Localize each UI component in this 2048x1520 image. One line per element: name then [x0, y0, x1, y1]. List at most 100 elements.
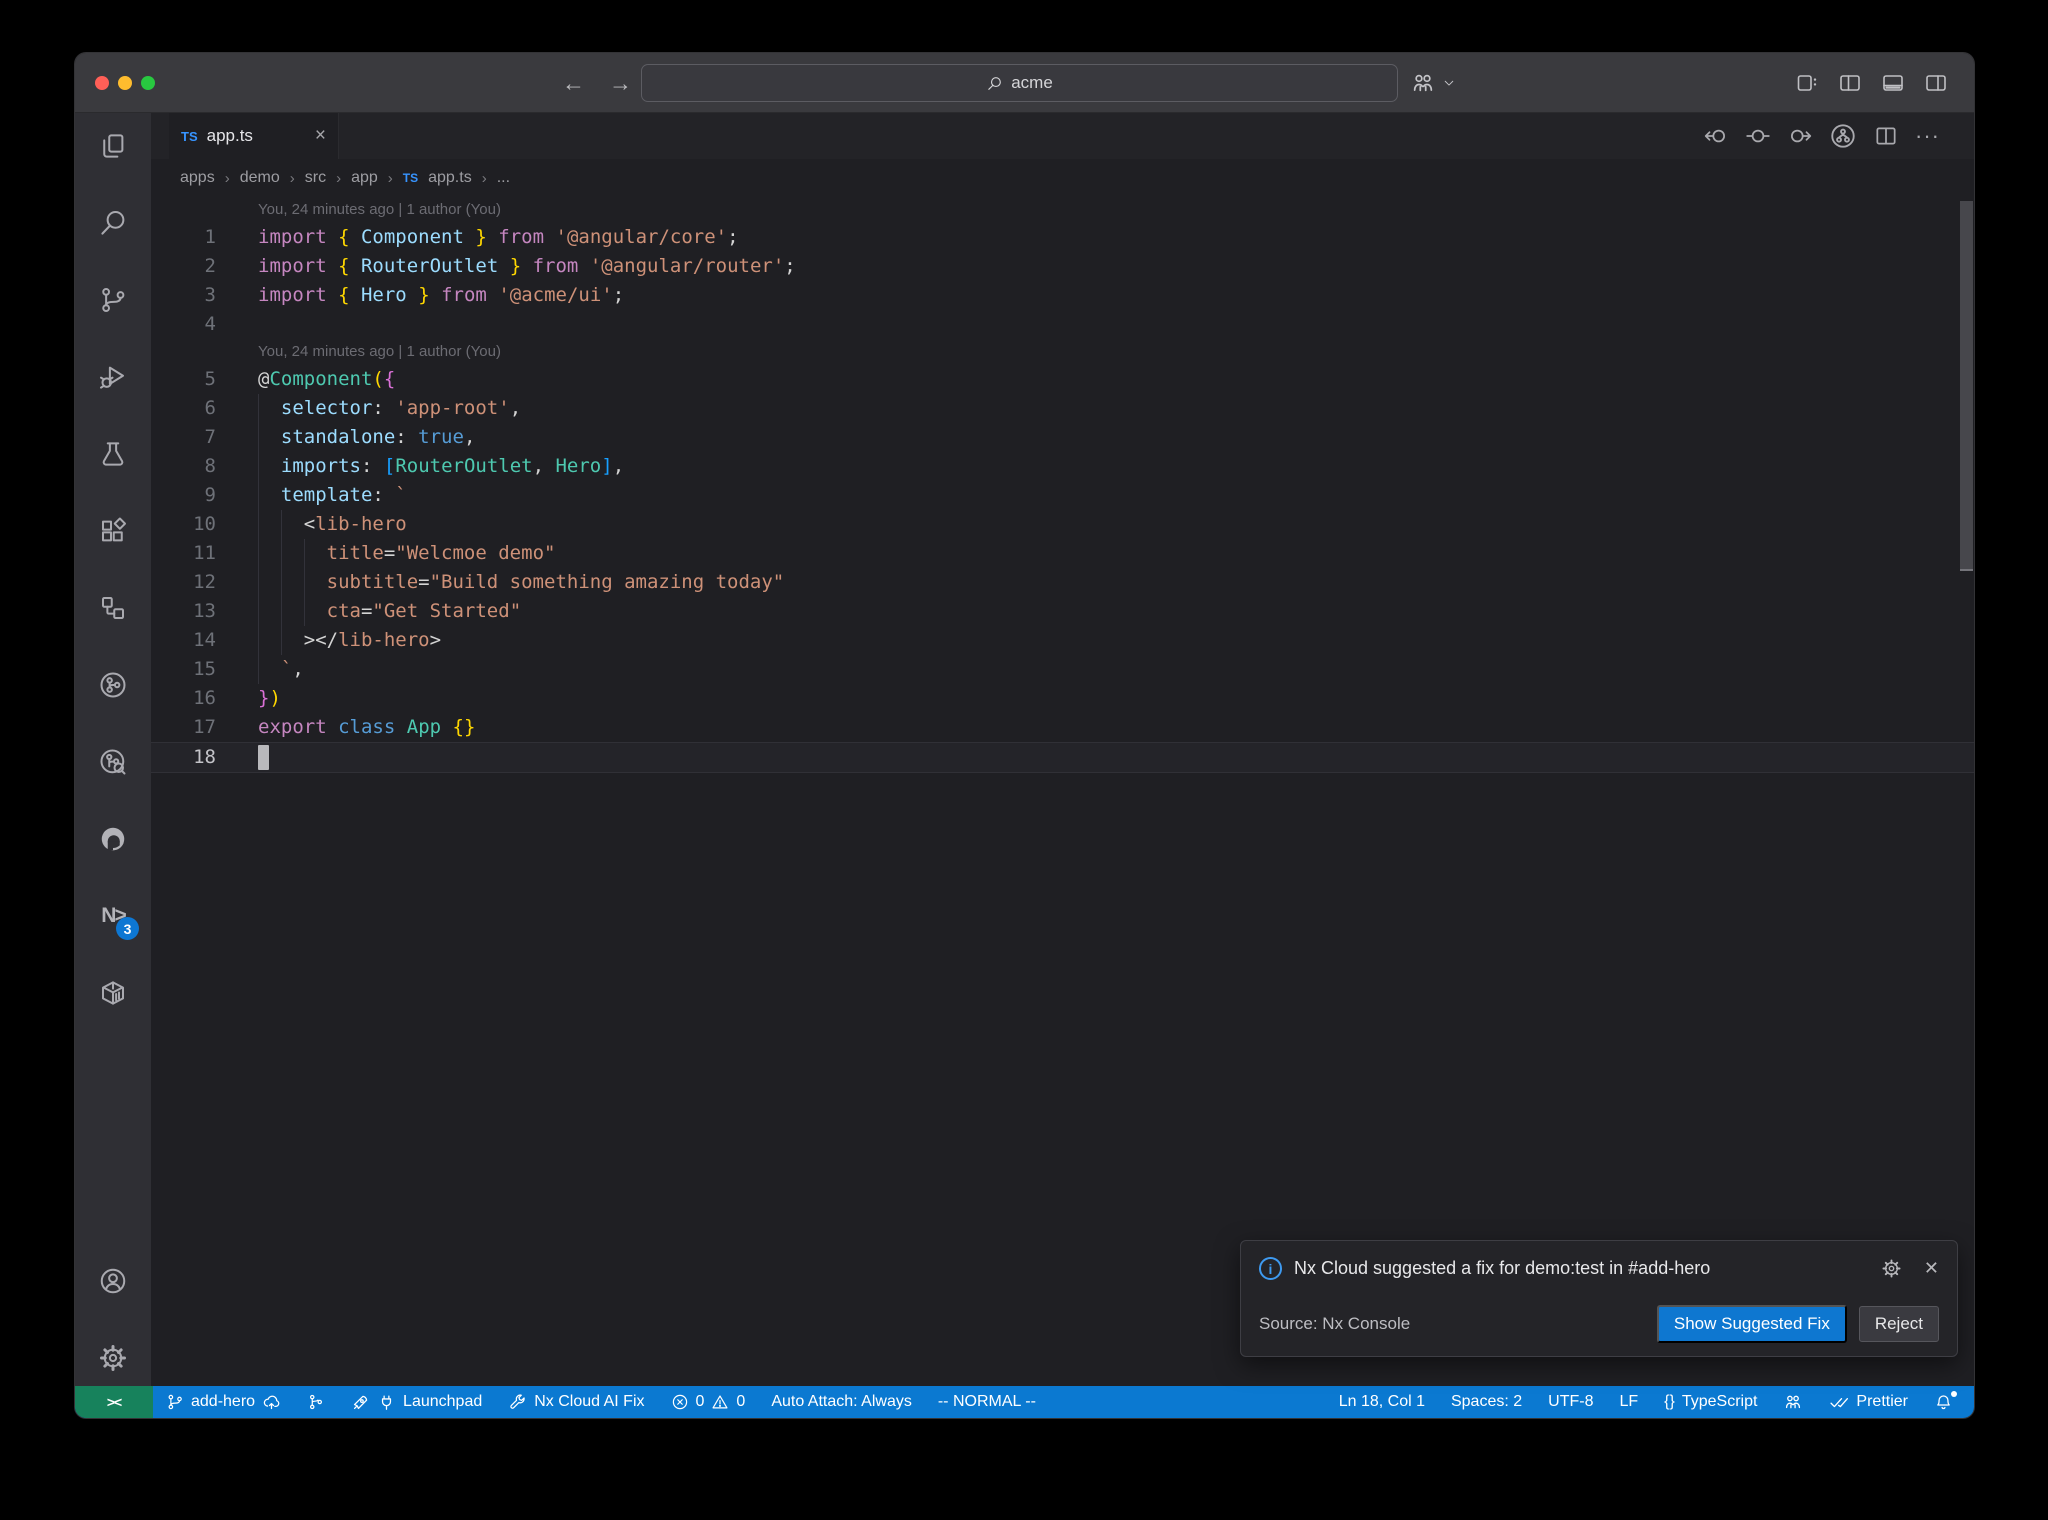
containers-icon[interactable] — [97, 977, 129, 1009]
tab-close-icon[interactable]: × — [315, 125, 326, 147]
line-number: 6 — [204, 397, 216, 419]
breadcrumb-item[interactable]: src — [305, 169, 326, 187]
indent-guide — [280, 626, 282, 655]
accounts-icon — [1786, 1395, 1801, 1409]
wrench-icon — [510, 1393, 525, 1409]
problems-item[interactable]: 0 0 — [658, 1386, 759, 1418]
line-number: 1 — [204, 226, 216, 248]
breadcrumbs: apps › demo › src › app › TS app.ts › ..… — [151, 159, 1974, 197]
run-debug-icon[interactable] — [97, 361, 129, 393]
notification-settings-icon[interactable] — [1881, 1258, 1902, 1279]
code-editor[interactable]: You, 24 minutes ago | 1 author (You) 1 imp… — [151, 197, 1974, 773]
customize-layout-icon[interactable] — [1795, 71, 1819, 95]
toggle-primary-sidebar-icon[interactable] — [1838, 71, 1862, 95]
tab-label: app.ts — [206, 126, 253, 145]
tab-bar: TS app.ts × ··· — [151, 113, 1974, 159]
copilot-accounts-item[interactable] — [1770, 1386, 1816, 1418]
tab-app-ts[interactable]: TS app.ts × — [169, 113, 339, 159]
cursor-position-item[interactable]: Ln 18, Col 1 — [1326, 1386, 1438, 1418]
double-check-icon — [1830, 1398, 1849, 1408]
breadcrumb-symbol-more[interactable]: ... — [497, 169, 510, 187]
vscode-window: ← → acme N> 3 TS app.ts × ··· apps › dem… — [74, 52, 1975, 1419]
indent-guide — [303, 597, 305, 626]
code-line: 3 import { Hero } from '@acme/ui'; — [151, 281, 1974, 310]
close-window-button[interactable] — [95, 76, 109, 90]
line-number: 10 — [193, 513, 216, 535]
explorer-icon[interactable] — [97, 130, 129, 162]
navigate-forward-icon[interactable]: → — [609, 70, 632, 97]
code-line-content: <lib-hero — [258, 510, 1974, 539]
code-line: 6 selector: 'app-root', — [151, 394, 1974, 423]
git-branch-item[interactable]: add-hero — [153, 1386, 294, 1418]
more-actions-icon[interactable]: ··· — [1915, 123, 1940, 149]
indent-guide — [258, 394, 259, 423]
line-number: 5 — [204, 368, 216, 390]
reject-button[interactable]: Reject — [1858, 1306, 1939, 1342]
minimize-window-button[interactable] — [118, 76, 132, 90]
breadcrumb-item[interactable]: app — [351, 169, 378, 187]
indent-guide — [258, 597, 259, 626]
git-graph-icon — [310, 1394, 323, 1410]
toggle-panel-icon[interactable] — [1881, 71, 1905, 95]
zoom-window-button[interactable] — [141, 76, 155, 90]
gitlens-search-icon[interactable] — [97, 746, 129, 778]
code-line-content: ></lib-hero> — [258, 626, 1974, 655]
search-view-icon[interactable] — [97, 207, 129, 239]
bell-icon — [1937, 1394, 1950, 1409]
line-number: 17 — [193, 716, 216, 738]
notifications-bell-item[interactable] — [1921, 1386, 1966, 1418]
code-line-content: subtitle="Build something amazing today" — [258, 568, 1974, 597]
gitlens-current-icon[interactable] — [1745, 123, 1771, 149]
split-editor-icon[interactable] — [1873, 123, 1899, 149]
line-number: 13 — [193, 600, 216, 622]
git-graph-item[interactable] — [294, 1386, 338, 1418]
remote-indicator[interactable]: >< — [75, 1386, 153, 1418]
code-line: 4 — [151, 310, 1974, 339]
launchpad-item[interactable]: Launchpad — [338, 1386, 495, 1418]
nx-cloud-fix-item[interactable]: Nx Cloud AI Fix — [495, 1386, 657, 1418]
prettier-item[interactable]: Prettier — [1816, 1386, 1921, 1418]
breadcrumb-item[interactable]: apps — [180, 169, 215, 187]
command-center-search[interactable]: acme — [641, 64, 1398, 102]
code-line: 15 `, — [151, 655, 1974, 684]
settings-gear-icon[interactable] — [97, 1342, 129, 1374]
typescript-file-icon: TS — [181, 128, 198, 144]
plug-icon — [381, 1395, 392, 1410]
errors-icon — [672, 1394, 687, 1410]
breadcrumb-item[interactable]: demo — [240, 169, 280, 187]
navigate-back-icon[interactable]: ← — [562, 70, 585, 97]
breadcrumb-file[interactable]: app.ts — [428, 169, 472, 187]
code-line-content: title="Welcmoe demo" — [258, 539, 1974, 568]
notification-close-icon[interactable]: ✕ — [1924, 1258, 1939, 1279]
notification-title: Nx Cloud suggested a fix for demo:test i… — [1294, 1258, 1711, 1278]
editor-scrollbar[interactable] — [1960, 201, 1973, 571]
accounts-icon[interactable] — [1410, 70, 1436, 96]
commit-graph-icon[interactable] — [97, 669, 129, 701]
gitlens-forward-icon[interactable] — [1787, 123, 1813, 149]
testing-icon[interactable] — [97, 438, 129, 470]
code-line: 5 @Component({ — [151, 365, 1974, 394]
nx-console-icon[interactable]: N> 3 — [97, 900, 139, 940]
code-line: 2 import { RouterOutlet } from '@angular/… — [151, 252, 1974, 281]
encoding-item[interactable]: UTF-8 — [1535, 1386, 1606, 1418]
breadcrumb-separator: › — [224, 169, 230, 187]
auto-attach-item[interactable]: Auto Attach: Always — [758, 1386, 925, 1418]
chevron-down-icon[interactable] — [1442, 76, 1456, 90]
code-line-content: imports: [RouterOutlet, Hero], — [258, 452, 1974, 481]
extensions-icon[interactable] — [97, 515, 129, 547]
indentation-item[interactable]: Spaces: 2 — [1438, 1386, 1535, 1418]
code-line-content: }) — [258, 687, 281, 709]
show-suggested-fix-button[interactable]: Show Suggested Fix — [1656, 1305, 1847, 1343]
hierarchy-view-icon[interactable] — [97, 592, 129, 624]
eol-item[interactable]: LF — [1606, 1386, 1651, 1418]
gitlens-back-icon[interactable] — [1703, 123, 1729, 149]
window-controls — [95, 76, 155, 90]
source-control-icon[interactable] — [97, 284, 129, 316]
language-mode-item[interactable]: {} TypeScript — [1651, 1386, 1770, 1418]
commit-graph-action-icon[interactable] — [1829, 122, 1857, 150]
search-value: acme — [1011, 73, 1053, 92]
indent-guide — [303, 539, 305, 568]
toggle-secondary-sidebar-icon[interactable] — [1924, 71, 1948, 95]
account-icon[interactable] — [97, 1265, 129, 1297]
vim-mode-item[interactable]: -- NORMAL -- — [925, 1386, 1049, 1418]
